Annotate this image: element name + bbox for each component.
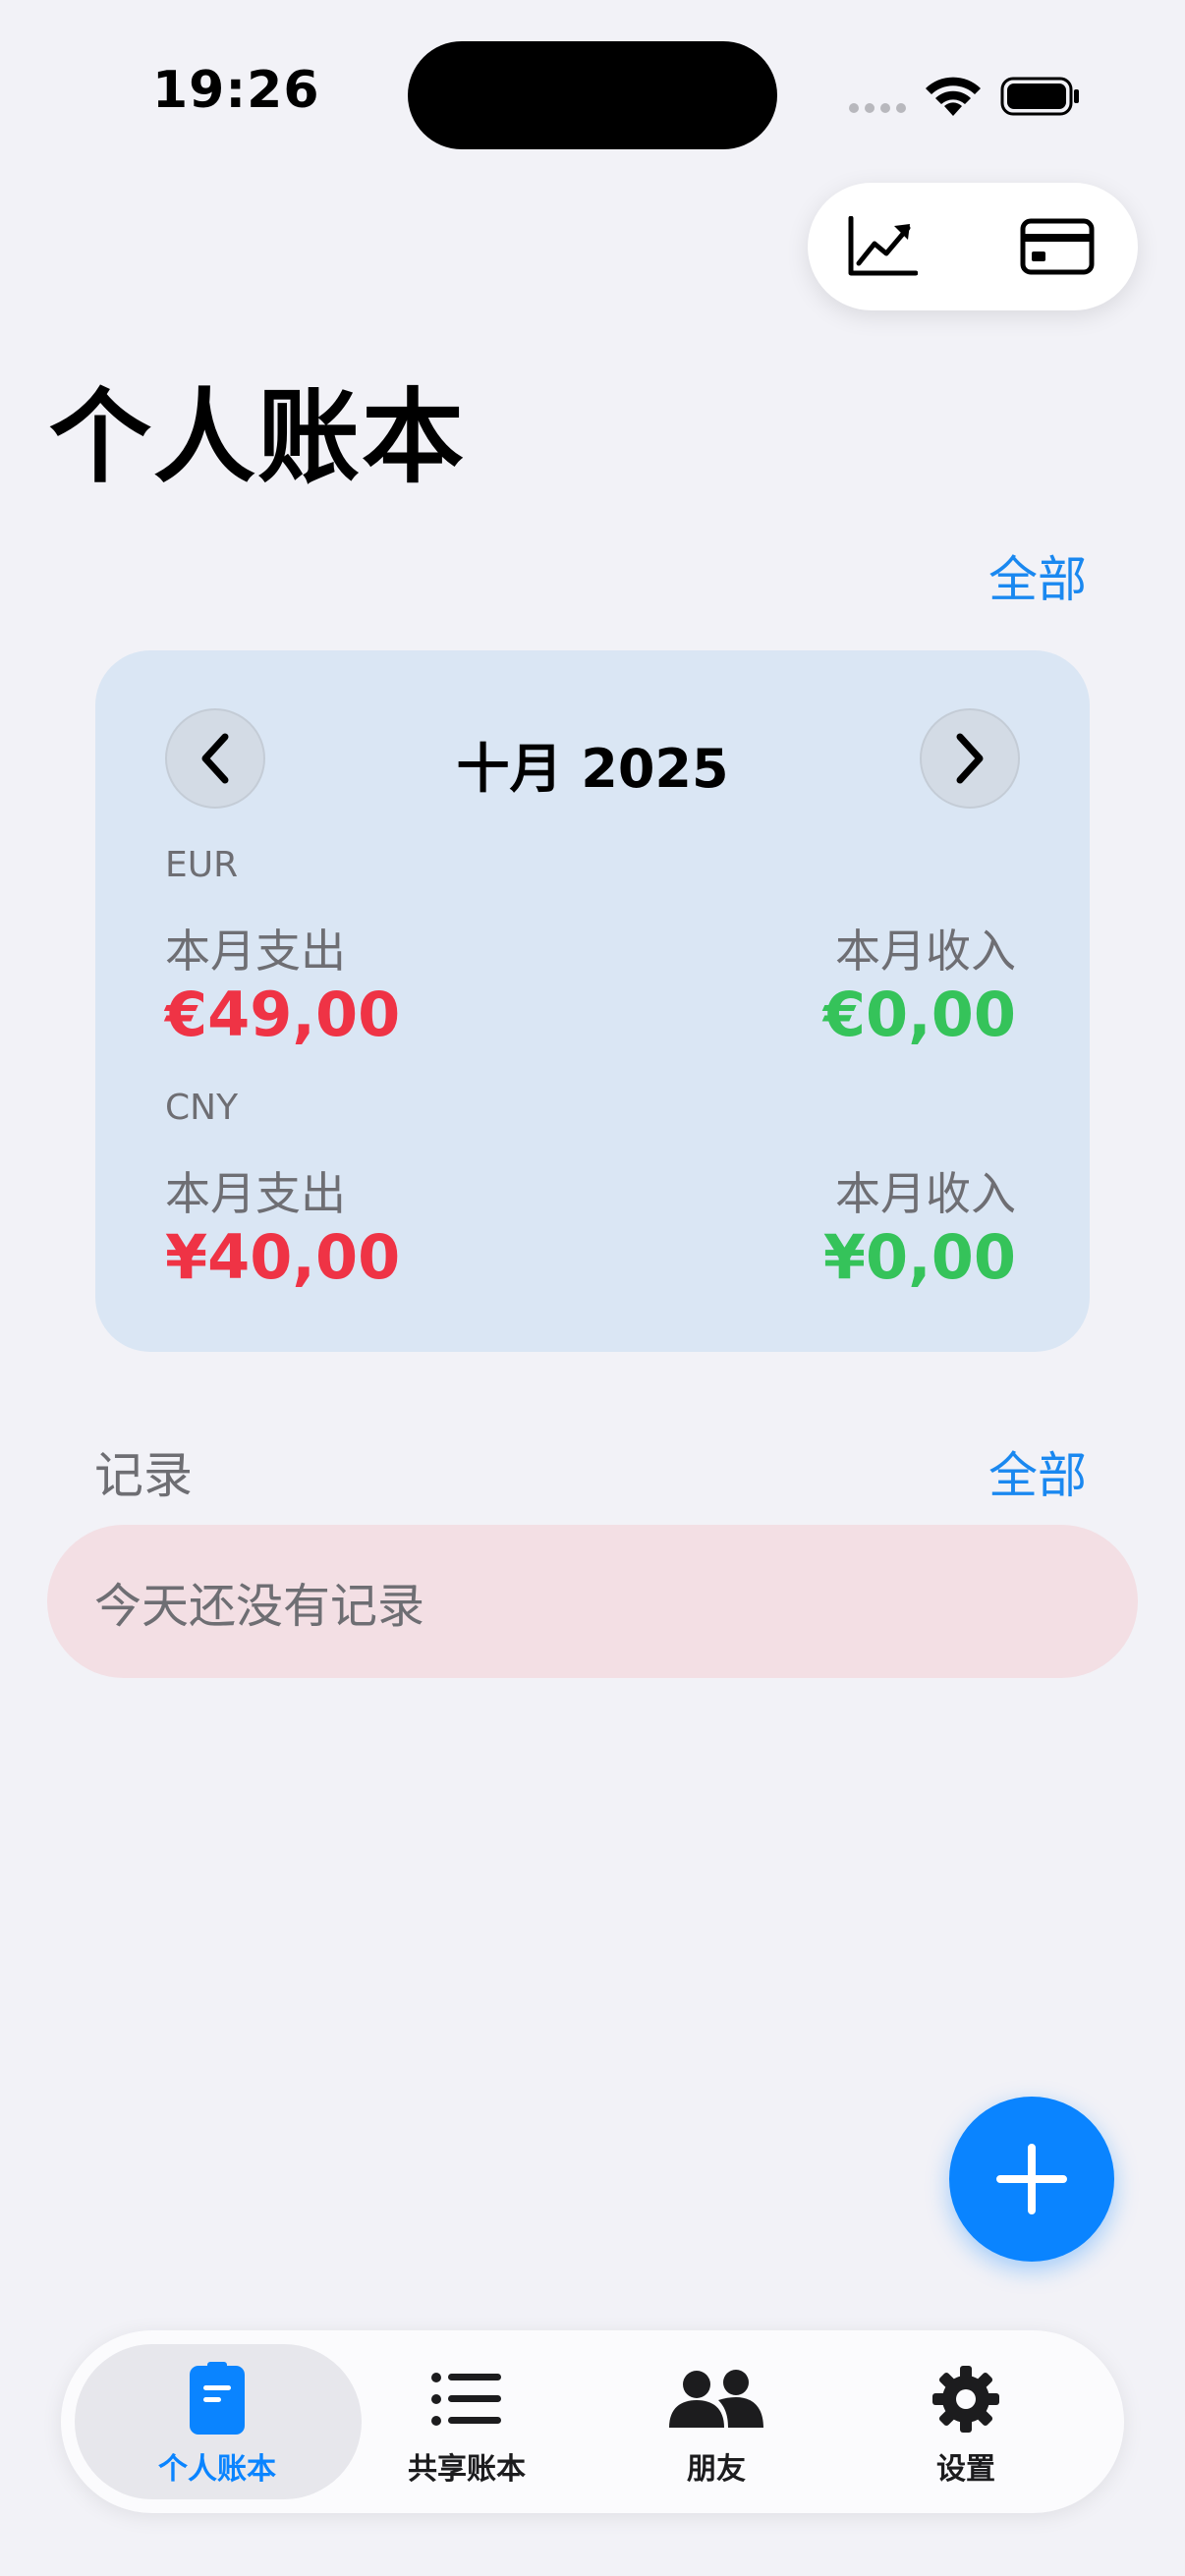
page-title: 个人账本 bbox=[49, 377, 467, 497]
income-label: 本月收入 bbox=[835, 1167, 1016, 1220]
empty-records-message: 今天还没有记录 bbox=[47, 1525, 1138, 1678]
month-label: 十月 2025 bbox=[456, 738, 729, 800]
tab-label: 共享账本 bbox=[408, 2452, 526, 2487]
income-amount: €0,00 bbox=[822, 979, 1016, 1050]
gear-icon bbox=[932, 2366, 999, 2433]
chevron-right-icon bbox=[956, 733, 984, 784]
tab-label: 朋友 bbox=[687, 2452, 746, 2487]
status-time: 19:26 bbox=[152, 61, 320, 120]
next-month-button[interactable] bbox=[920, 708, 1020, 809]
credit-card-icon bbox=[1020, 218, 1095, 275]
tab-shared-ledger[interactable]: 共享账本 bbox=[344, 2358, 590, 2495]
expense-label: 本月支出 bbox=[165, 924, 346, 978]
statistics-button[interactable] bbox=[843, 208, 922, 285]
records-all-link[interactable]: 全部 bbox=[988, 1436, 1087, 1507]
plus-icon bbox=[996, 2144, 1067, 2214]
currency-code: EUR bbox=[165, 845, 239, 885]
trend-chart-icon bbox=[848, 216, 918, 276]
summary-all-link[interactable]: 全部 bbox=[988, 540, 1087, 611]
list-icon bbox=[431, 2373, 501, 2426]
tab-label: 设置 bbox=[936, 2452, 995, 2487]
records-section-label: 记录 bbox=[94, 1447, 193, 1504]
battery-icon bbox=[1000, 77, 1079, 116]
tab-friends[interactable]: 朋友 bbox=[593, 2358, 839, 2495]
tab-personal-ledger[interactable]: 个人账本 bbox=[94, 2358, 340, 2495]
chevron-left-icon bbox=[201, 733, 229, 784]
wifi-icon bbox=[926, 77, 981, 116]
cellular-signal-icon bbox=[849, 103, 906, 113]
income-amount: ¥0,00 bbox=[822, 1221, 1016, 1293]
ledger-icon bbox=[190, 2362, 245, 2435]
expense-amount: ¥40,00 bbox=[165, 1221, 401, 1293]
tab-settings[interactable]: 设置 bbox=[843, 2358, 1089, 2495]
previous-month-button[interactable] bbox=[165, 708, 265, 809]
cards-button[interactable] bbox=[1018, 208, 1097, 285]
add-record-button[interactable] bbox=[949, 2097, 1114, 2262]
tab-label: 个人账本 bbox=[158, 2452, 276, 2487]
expense-label: 本月支出 bbox=[165, 1167, 346, 1220]
people-icon bbox=[669, 2370, 763, 2428]
expense-amount: €49,00 bbox=[165, 979, 401, 1050]
dynamic-island bbox=[408, 41, 777, 149]
income-label: 本月收入 bbox=[835, 924, 1016, 978]
currency-code: CNY bbox=[165, 1088, 239, 1128]
